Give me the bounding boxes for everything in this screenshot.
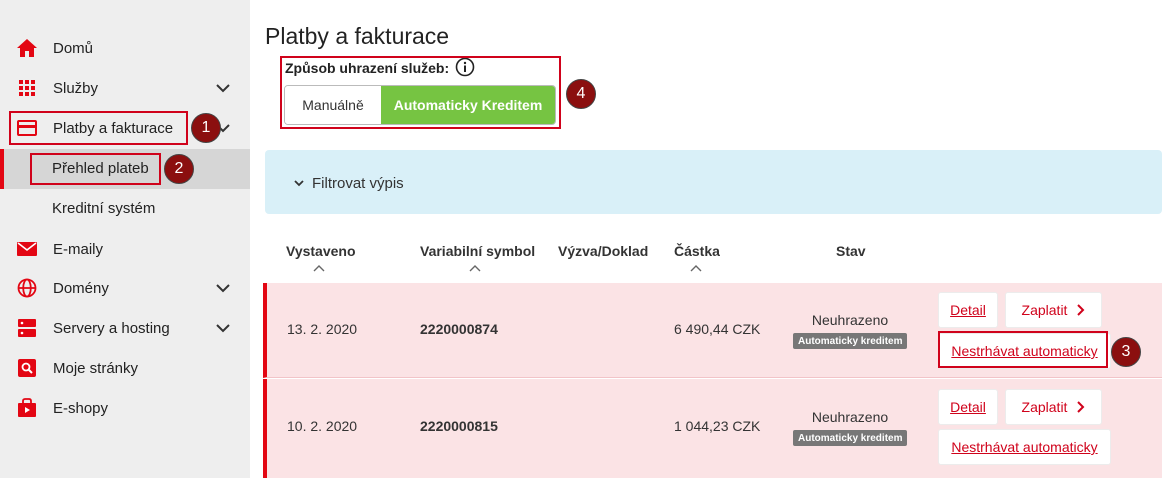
- stop-auto-payment-button[interactable]: Nestrhávat automaticky: [938, 429, 1111, 465]
- status-badge: Automaticky kreditem: [793, 430, 908, 446]
- sidebar-item-label: Moje stránky: [53, 359, 139, 377]
- sidebar-item-servers[interactable]: Servery a hosting: [0, 308, 250, 348]
- grid-icon: [16, 77, 38, 99]
- filter-label[interactable]: Filtrovat výpis: [312, 175, 404, 192]
- chevron-down-icon[interactable]: [214, 79, 232, 97]
- row-amount: 6 490,44 CZK: [674, 321, 761, 337]
- pay-button[interactable]: Zaplatit: [1005, 389, 1102, 425]
- server-icon: [16, 317, 38, 339]
- pay-button-label: Zaplatit: [1021, 399, 1068, 415]
- chevron-right-icon: [1077, 304, 1085, 316]
- sort-asc-icon[interactable]: [313, 264, 325, 272]
- sidebar-item-domains[interactable]: Domény: [0, 268, 250, 308]
- sidebar-item-label: E-shopy: [53, 399, 109, 417]
- sidebar-item-home[interactable]: Domů: [0, 28, 250, 68]
- pay-button[interactable]: Zaplatit: [1005, 292, 1102, 328]
- sidebar-item-label: E-maily: [53, 240, 104, 258]
- row-amount: 1 044,23 CZK: [674, 418, 761, 434]
- annotation-highlight-stop-auto: [938, 331, 1108, 368]
- column-header-variable-symbol[interactable]: Variabilní symbol: [420, 243, 535, 259]
- home-icon: [16, 37, 38, 59]
- sort-asc-icon[interactable]: [469, 264, 481, 272]
- annotation-badge: 2: [164, 154, 194, 184]
- sidebar-item-label: Servery a hosting: [53, 319, 170, 337]
- sidebar-item-label: Služby: [53, 79, 99, 97]
- sidebar-item-label: Domény: [53, 279, 109, 297]
- row-variable-symbol: 2220000874: [420, 321, 498, 337]
- chevron-right-icon: [1077, 401, 1085, 413]
- row-date: 13. 2. 2020: [287, 321, 358, 337]
- annotation-highlight-payment-method: [280, 56, 561, 129]
- globe-icon: [16, 277, 38, 299]
- sidebar-item-eshops[interactable]: E-shopy: [0, 388, 250, 428]
- row-status: Neuhrazeno: [811, 312, 889, 328]
- annotation-badge: 3: [1111, 337, 1141, 367]
- sidebar-subitem-credit-system[interactable]: Kreditní systém: [0, 189, 250, 229]
- annotation-badge: 1: [191, 113, 221, 143]
- status-badge: Automaticky kreditem: [793, 333, 908, 349]
- sidebar-subitem-label: Kreditní systém: [52, 200, 156, 217]
- sidebar: Domů Služby Platby a fakturace Přehled p…: [0, 0, 250, 478]
- column-header-issued[interactable]: Vystaveno: [286, 243, 356, 259]
- envelope-icon: [16, 238, 38, 260]
- annotation-highlight-payment-overview: [30, 153, 161, 185]
- sidebar-item-label: Domů: [53, 39, 94, 57]
- row-status: Neuhrazeno: [811, 409, 889, 425]
- row-date: 10. 2. 2020: [287, 418, 358, 434]
- shopping-bag-icon: [16, 397, 38, 419]
- annotation-highlight-payments: [9, 111, 188, 145]
- chevron-down-icon[interactable]: [214, 279, 232, 297]
- pay-button-label: Zaplatit: [1021, 302, 1068, 318]
- chevron-down-icon: [294, 180, 304, 187]
- sidebar-item-services[interactable]: Služby: [0, 68, 250, 108]
- search-page-icon: [16, 357, 38, 379]
- sidebar-item-my-pages[interactable]: Moje stránky: [0, 348, 250, 388]
- sort-asc-icon[interactable]: [690, 264, 702, 272]
- detail-button[interactable]: Detail: [938, 389, 998, 425]
- annotation-badge: 4: [566, 79, 596, 109]
- column-header-document: Výzva/Doklad: [558, 243, 649, 259]
- column-header-status: Stav: [836, 243, 866, 259]
- chevron-down-icon[interactable]: [214, 319, 232, 337]
- detail-button[interactable]: Detail: [938, 292, 998, 328]
- row-variable-symbol: 2220000815: [420, 418, 498, 434]
- sidebar-item-emails[interactable]: E-maily: [0, 229, 250, 269]
- column-header-amount[interactable]: Částka: [674, 243, 720, 259]
- page-title: Platby a fakturace: [265, 23, 450, 49]
